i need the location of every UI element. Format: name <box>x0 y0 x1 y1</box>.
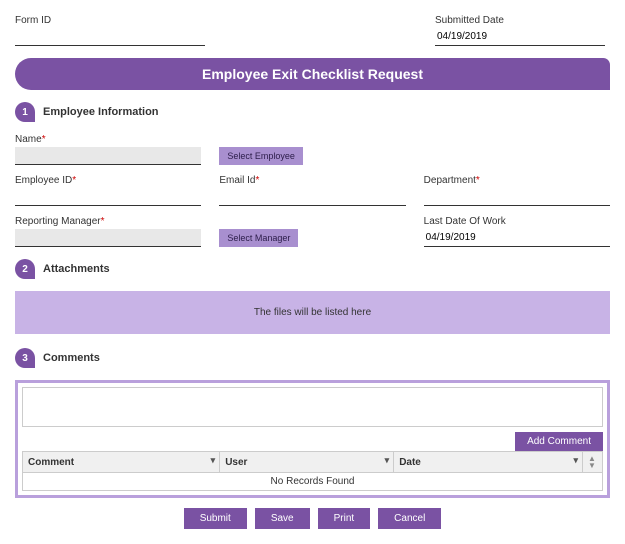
department-input[interactable] <box>424 188 610 206</box>
filter-icon[interactable]: ▾ <box>573 455 578 466</box>
print-button[interactable]: Print <box>318 508 371 529</box>
employee-id-input[interactable] <box>15 188 201 206</box>
section-1-number: 1 <box>15 102 35 122</box>
col-comment[interactable]: Comment▾ <box>23 452 220 473</box>
scroll-arrows[interactable]: ▲▼ <box>583 452 603 473</box>
form-id-label: Form ID <box>15 15 415 26</box>
department-label: Department* <box>424 175 610 186</box>
last-date-label: Last Date Of Work <box>424 216 610 227</box>
section-1-title: Employee Information <box>43 106 159 118</box>
col-date[interactable]: Date▾ <box>394 452 583 473</box>
section-2-title: Attachments <box>43 263 110 275</box>
cancel-button[interactable]: Cancel <box>378 508 441 529</box>
comment-textarea[interactable] <box>22 387 603 427</box>
save-button[interactable]: Save <box>255 508 310 529</box>
attachments-placeholder: The files will be listed here <box>15 291 610 334</box>
filter-icon[interactable]: ▾ <box>385 455 390 466</box>
employee-id-label: Employee ID* <box>15 175 201 186</box>
page-title-banner: Employee Exit Checklist Request <box>15 58 610 90</box>
section-3-title: Comments <box>43 352 100 364</box>
comments-panel: Add Comment Comment▾ User▾ Date▾ ▲▼ No R… <box>15 380 610 498</box>
no-records-row: No Records Found <box>23 473 603 491</box>
select-employee-button[interactable]: Select Employee <box>219 147 303 165</box>
submit-button[interactable]: Submit <box>184 508 247 529</box>
reporting-manager-label: Reporting Manager* <box>15 216 201 227</box>
email-input[interactable] <box>219 188 405 206</box>
add-comment-button[interactable]: Add Comment <box>515 432 603 451</box>
comments-table: Comment▾ User▾ Date▾ ▲▼ No Records Found <box>22 451 603 491</box>
last-date-input[interactable] <box>424 229 610 247</box>
col-user[interactable]: User▾ <box>220 452 394 473</box>
section-3-number: 3 <box>15 348 35 368</box>
email-label: Email Id* <box>219 175 405 186</box>
submitted-date-input[interactable] <box>435 28 605 46</box>
section-2-number: 2 <box>15 259 35 279</box>
form-id-input[interactable] <box>15 28 205 46</box>
select-manager-button[interactable]: Select Manager <box>219 229 298 247</box>
name-label: Name* <box>15 134 201 145</box>
submitted-date-label: Submitted Date <box>435 15 610 26</box>
name-input[interactable] <box>15 147 201 165</box>
reporting-manager-input[interactable] <box>15 229 201 247</box>
filter-icon[interactable]: ▾ <box>211 455 216 466</box>
